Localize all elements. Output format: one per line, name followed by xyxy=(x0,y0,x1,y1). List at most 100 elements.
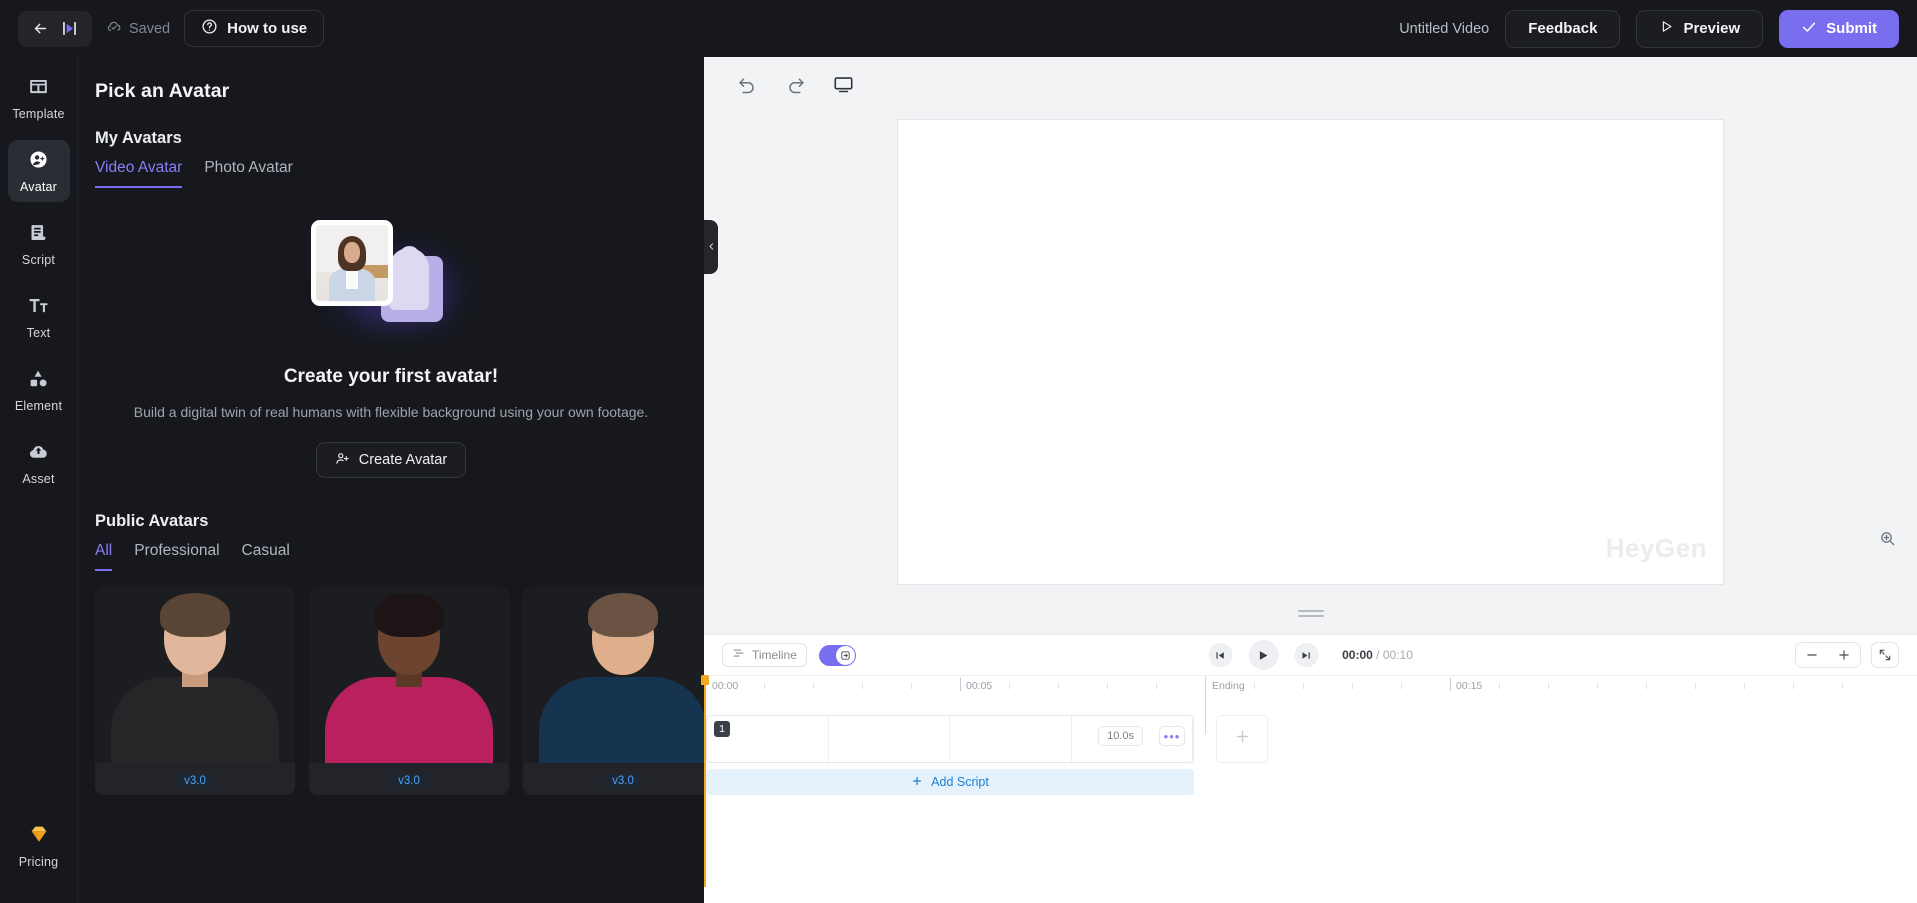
playhead[interactable] xyxy=(701,675,709,861)
top-header: Saved How to use Untitled Video Feedback… xyxy=(0,0,1917,57)
display-icon[interactable] xyxy=(830,71,856,97)
sidebar-item-template[interactable]: Template xyxy=(8,67,70,129)
script-document-icon xyxy=(28,222,49,248)
create-avatar-button[interactable]: Create Avatar xyxy=(315,442,467,478)
plus-icon[interactable] xyxy=(1828,643,1860,667)
avatar-card[interactable]: v3.0 xyxy=(309,587,509,795)
sidebar-item-asset[interactable]: Asset xyxy=(8,432,70,494)
sidebar-item-script[interactable]: Script xyxy=(8,213,70,275)
timeline-panel: Timeline 00:00 / 00:10 00:00 00:05 Endin… xyxy=(701,634,1917,903)
sidebar-item-pricing[interactable]: Pricing xyxy=(8,815,70,877)
canvas-area: HeyGen xyxy=(704,109,1917,594)
tab-photo-avatar[interactable]: Photo Avatar xyxy=(204,159,292,188)
user-plus-icon xyxy=(335,451,350,470)
time-separator: / xyxy=(1376,648,1380,662)
my-avatars-heading: My Avatars xyxy=(95,129,182,147)
video-canvas[interactable]: HeyGen xyxy=(898,119,1723,584)
scene-mode-toggle[interactable] xyxy=(818,644,856,666)
feedback-button[interactable]: Feedback xyxy=(1505,9,1621,48)
how-to-use-label: How to use xyxy=(227,20,308,37)
filter-label: Casual xyxy=(241,542,290,559)
tab-label: Photo Avatar xyxy=(204,159,293,176)
timeline-ruler[interactable]: 00:00 00:05 Ending 00:15 xyxy=(704,675,1917,734)
diamond-icon xyxy=(28,823,50,850)
filter-professional[interactable]: Professional xyxy=(134,542,219,571)
feedback-label: Feedback xyxy=(1528,20,1598,37)
play-icon xyxy=(1659,19,1674,38)
timeline-tracks: 1 10.0s ••• Add Script xyxy=(701,675,1917,887)
public-avatars-grid: v3.0 v3.0 v3.0 xyxy=(78,571,704,795)
canvas-toolbar xyxy=(704,57,1917,97)
canvas-stage: HeyGen xyxy=(704,57,1917,634)
cloud-check-icon xyxy=(106,19,122,39)
filter-casual[interactable]: Casual xyxy=(242,542,290,571)
layout-template-icon xyxy=(28,76,49,102)
jump-to-end-button[interactable] xyxy=(1294,643,1319,667)
chevron-left-icon xyxy=(707,238,716,256)
timeline-chip-label: Timeline xyxy=(752,648,797,662)
add-scene-button[interactable] xyxy=(1216,715,1268,763)
avatar-card[interactable]: v3.0 xyxy=(95,587,295,795)
play-button[interactable] xyxy=(1248,640,1279,670)
submit-button[interactable]: Submit xyxy=(1779,9,1899,48)
scene-switch-icon xyxy=(835,645,855,665)
timeline-toolbar: Timeline 00:00 / 00:10 xyxy=(704,635,1917,675)
cloud-upload-icon xyxy=(28,441,49,467)
shapes-icon xyxy=(28,368,49,394)
avatar-card[interactable]: v3.0 xyxy=(523,587,704,795)
preview-button[interactable]: Preview xyxy=(1636,9,1764,48)
page-title: Pick an Avatar xyxy=(95,80,230,102)
tab-video-avatar[interactable]: Video Avatar xyxy=(95,159,183,188)
scene-number-badge: 1 xyxy=(714,721,730,737)
arrow-left-icon[interactable] xyxy=(32,20,49,37)
collapse-arrows-icon[interactable] xyxy=(1871,642,1899,668)
scene-clip[interactable]: 1 10.0s ••• xyxy=(706,715,1194,763)
nav-pill xyxy=(18,10,92,47)
ruler-label: 00:05 xyxy=(966,680,993,692)
ruler-label: 00:00 xyxy=(712,680,739,692)
avatar-version-badge: v3.0 xyxy=(392,774,426,788)
filter-label: All xyxy=(95,542,113,559)
heygen-logo-icon[interactable] xyxy=(61,20,78,37)
avatar-sparkle-icon xyxy=(28,149,49,175)
sidebar-item-label: Pricing xyxy=(18,855,59,869)
how-to-use-button[interactable]: How to use xyxy=(184,10,325,47)
watermark: HeyGen xyxy=(1605,532,1707,563)
filter-label: Professional xyxy=(134,542,220,559)
empty-state-heading: Create your first avatar! xyxy=(283,366,499,387)
zoom-in-icon[interactable] xyxy=(1873,524,1901,552)
playback-controls: 00:00 / 00:10 xyxy=(1208,640,1413,670)
sidebar-item-label: Text xyxy=(26,325,51,340)
drag-handle-icon[interactable] xyxy=(1297,607,1324,620)
ruler-label: 00:15 xyxy=(1456,680,1483,692)
filter-all[interactable]: All xyxy=(95,542,113,571)
avatar-panel: Pick an Avatar My Avatars Video Avatar P… xyxy=(78,57,704,903)
submit-label: Submit xyxy=(1826,20,1877,37)
timeline-mode-chip[interactable]: Timeline xyxy=(722,643,807,667)
collapse-panel-button[interactable] xyxy=(704,220,718,274)
timeline-zoom-controls xyxy=(1795,642,1899,668)
avatar-photo-illustration xyxy=(311,220,471,340)
minus-icon[interactable] xyxy=(1796,643,1828,667)
empty-state-body: Build a digital twin of real humans with… xyxy=(133,404,649,420)
saved-label: Saved xyxy=(129,20,171,37)
sidebar-item-avatar[interactable]: Avatar xyxy=(7,140,70,202)
public-avatars-filters: All Professional Casual xyxy=(78,531,704,571)
sidebar-item-element[interactable]: Element xyxy=(8,359,70,421)
illustration-photo xyxy=(316,225,388,301)
add-script-button[interactable]: Add Script xyxy=(706,769,1194,795)
my-avatars-tabs: Video Avatar Photo Avatar xyxy=(78,148,704,188)
create-avatar-label: Create Avatar xyxy=(358,452,448,468)
project-title[interactable]: Untitled Video xyxy=(1399,21,1489,37)
zoom-group xyxy=(1795,642,1861,668)
sidebar-item-text[interactable]: Text xyxy=(8,286,70,348)
jump-to-start-button[interactable] xyxy=(1208,643,1233,667)
illustration-photo-card xyxy=(311,220,393,306)
undo-icon[interactable] xyxy=(734,71,760,97)
preview-label: Preview xyxy=(1683,20,1741,37)
plus-icon xyxy=(911,775,923,790)
scene-duration-chip[interactable]: 10.0s xyxy=(1098,726,1143,746)
left-rail: Template Avatar Script Text Element Asse… xyxy=(0,57,78,903)
redo-icon[interactable] xyxy=(782,71,808,97)
ellipsis-icon[interactable]: ••• xyxy=(1159,726,1185,746)
